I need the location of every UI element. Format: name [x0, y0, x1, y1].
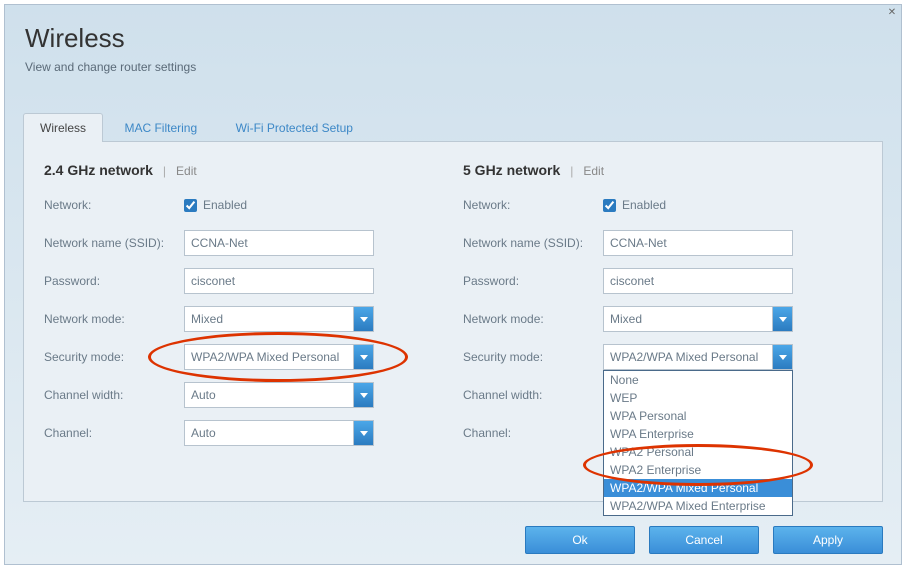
page-title: Wireless: [25, 23, 881, 54]
label-security: Security mode:: [44, 350, 184, 364]
option-wpa2-enterprise[interactable]: WPA2 Enterprise: [604, 461, 792, 479]
dialog-header: Wireless View and change router settings: [5, 5, 901, 86]
enabled-checkbox-24[interactable]: [184, 199, 197, 212]
enabled-checkbox-5[interactable]: [603, 199, 616, 212]
tab-wireless[interactable]: Wireless: [23, 113, 103, 142]
tab-wps[interactable]: Wi-Fi Protected Setup: [219, 113, 370, 142]
security-select-24[interactable]: WPA2/WPA Mixed Personal: [184, 344, 374, 370]
col-24ghz: 2.4 GHz network | Edit Network: Enabled …: [44, 162, 443, 481]
ssid-input-24[interactable]: [184, 230, 374, 256]
chevron-down-icon: [772, 345, 792, 369]
page-subtitle: View and change router settings: [25, 60, 881, 74]
cancel-button[interactable]: Cancel: [649, 526, 759, 554]
label-channel: Channel:: [44, 426, 184, 440]
section-title-5: 5 GHz network: [463, 162, 560, 178]
close-icon[interactable]: ✕: [885, 7, 899, 21]
tab-mac-filtering[interactable]: MAC Filtering: [107, 113, 214, 142]
label-password: Password:: [44, 274, 184, 288]
edit-link-24[interactable]: Edit: [176, 164, 197, 178]
chevron-down-icon: [353, 307, 373, 331]
label-network: Network:: [44, 198, 184, 212]
chevron-down-icon: [772, 307, 792, 331]
option-wpa2-wpa-mixed-enterprise[interactable]: WPA2/WPA Mixed Enterprise: [604, 497, 792, 515]
chevron-down-icon: [353, 345, 373, 369]
mode-select-5[interactable]: Mixed: [603, 306, 793, 332]
security-select-5[interactable]: WPA2/WPA Mixed Personal: [603, 344, 793, 370]
option-wpa-enterprise[interactable]: WPA Enterprise: [604, 425, 792, 443]
col-5ghz: 5 GHz network | Edit Network: Enabled Ne…: [463, 162, 862, 481]
channel-select-24[interactable]: Auto: [184, 420, 374, 446]
chevron-down-icon: [353, 421, 373, 445]
settings-panel: 2.4 GHz network | Edit Network: Enabled …: [23, 142, 883, 502]
edit-link-5[interactable]: Edit: [583, 164, 604, 178]
security-dropdown-5: None WEP WPA Personal WPA Enterprise WPA…: [603, 370, 793, 516]
dialog-footer: Ok Cancel Apply: [525, 526, 883, 554]
option-wpa2-wpa-mixed-personal[interactable]: WPA2/WPA Mixed Personal: [604, 479, 792, 497]
apply-button[interactable]: Apply: [773, 526, 883, 554]
enabled-label: Enabled: [203, 198, 247, 212]
option-wep[interactable]: WEP: [604, 389, 792, 407]
wireless-dialog: ✕ Wireless View and change router settin…: [4, 4, 902, 565]
password-input-24[interactable]: [184, 268, 374, 294]
option-none[interactable]: None: [604, 371, 792, 389]
label-mode: Network mode:: [44, 312, 184, 326]
section-title-24: 2.4 GHz network: [44, 162, 153, 178]
password-input-5[interactable]: [603, 268, 793, 294]
label-ssid: Network name (SSID):: [44, 236, 184, 250]
ok-button[interactable]: Ok: [525, 526, 635, 554]
width-select-24[interactable]: Auto: [184, 382, 374, 408]
tab-row: Wireless MAC Filtering Wi-Fi Protected S…: [23, 112, 883, 142]
chevron-down-icon: [353, 383, 373, 407]
label-width: Channel width:: [44, 388, 184, 402]
option-wpa-personal[interactable]: WPA Personal: [604, 407, 792, 425]
ssid-input-5[interactable]: [603, 230, 793, 256]
option-wpa2-personal[interactable]: WPA2 Personal: [604, 443, 792, 461]
mode-select-24[interactable]: Mixed: [184, 306, 374, 332]
